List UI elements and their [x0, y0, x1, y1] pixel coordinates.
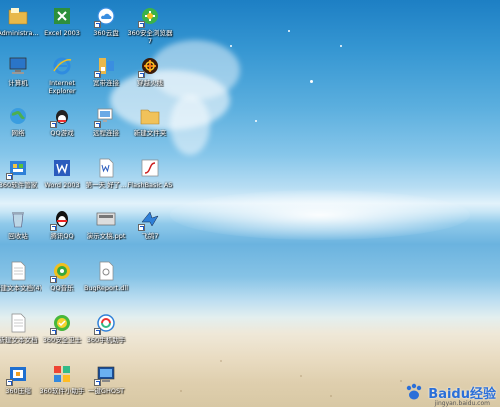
- security-guard-icon: [50, 312, 73, 335]
- software-box-icon: [51, 363, 73, 385]
- baidu-jingyan-watermark: Baidu经验 jingyan.baidu.com: [404, 381, 496, 407]
- qq-music-icon: [50, 260, 73, 283]
- qq-penguin-icon: [50, 208, 73, 231]
- desktop-icon-txt2[interactable]: 新建文本文档: [0, 312, 42, 344]
- sparkle: [340, 45, 342, 47]
- desktop-icon-qqmusic[interactable]: QQ音乐: [38, 260, 86, 292]
- software-manager-icon: [6, 157, 29, 180]
- crossfire-game-icon: [138, 55, 161, 78]
- sand-dot: [220, 360, 222, 362]
- desktop-icon-admin[interactable]: Administra...: [0, 5, 42, 37]
- presentation-file-icon: [95, 208, 117, 230]
- sparkle: [288, 30, 290, 32]
- folder-icon: [7, 5, 29, 27]
- shortcut-arrow-icon: [94, 71, 101, 78]
- recycle-bin-icon: [7, 208, 29, 230]
- desktop-icon-computer[interactable]: 计算机: [0, 55, 42, 87]
- desktop-icon-flash[interactable]: FlashBasic AS: [126, 157, 174, 189]
- desktop-icon-ie[interactable]: Internet Explorer: [38, 55, 86, 95]
- sand-dot: [180, 390, 182, 392]
- sand-dot: [300, 375, 302, 377]
- desktop-icon-tencentqq[interactable]: 腾讯QQ: [38, 208, 86, 240]
- desktop-icon-remote[interactable]: 远程连接: [82, 105, 130, 137]
- cloud: [170, 95, 210, 155]
- feige-bird-icon: [138, 208, 161, 231]
- desktop-icon-phone360[interactable]: 360手机助手: [82, 312, 130, 344]
- dll-file-icon: [95, 260, 117, 282]
- safe-browser-icon: [138, 5, 161, 28]
- computer-icon: [7, 55, 29, 77]
- word-icon: [51, 157, 73, 179]
- shortcut-arrow-icon: [94, 379, 101, 386]
- internet-explorer-icon: [51, 55, 73, 77]
- folder-icon: [139, 105, 161, 127]
- desktop-icon-txt1[interactable]: 新建文本文档(4): [0, 260, 42, 292]
- broadband-connection-icon: [94, 55, 117, 78]
- text-document-icon: [7, 260, 29, 282]
- desktop-icon-feiq[interactable]: 飞鸽7: [126, 208, 174, 240]
- word-document-icon: [95, 157, 117, 179]
- desktop-icon-network[interactable]: 网络: [0, 105, 42, 137]
- shortcut-arrow-icon: [94, 121, 101, 128]
- excel-icon: [51, 5, 73, 27]
- desktop-icon-guard360[interactable]: 360安全卫士: [38, 312, 86, 344]
- sand-dot: [400, 380, 402, 382]
- baidu-paw-icon: [407, 383, 422, 400]
- shortcut-arrow-icon: [94, 328, 101, 335]
- shortcut-arrow-icon: [6, 379, 13, 386]
- desktop-icon-soft360[interactable]: 360软件管家: [0, 157, 42, 189]
- desktop-icon-recycle[interactable]: 回收站: [0, 208, 42, 240]
- desktop-icon-bugreport[interactable]: BugReport.dll: [82, 260, 130, 292]
- text-document-icon: [7, 312, 29, 334]
- shortcut-arrow-icon: [138, 224, 145, 231]
- compress-icon: [6, 363, 29, 386]
- desktop-icon-qqgame[interactable]: QQ游戏: [38, 105, 86, 137]
- sparkle: [230, 45, 232, 47]
- desktop-icon-cloud360[interactable]: 360云盘: [82, 5, 130, 37]
- desktop-icon-word[interactable]: Word 2003: [38, 157, 86, 189]
- shortcut-arrow-icon: [50, 121, 57, 128]
- desktop-icon-ghost[interactable]: 一键GHOST: [82, 363, 130, 395]
- qq-game-icon: [50, 105, 73, 128]
- sparkle: [255, 120, 257, 122]
- shortcut-arrow-icon: [50, 328, 57, 335]
- shortcut-arrow-icon: [50, 276, 57, 283]
- desktop-icon-newfolder[interactable]: 新建文件夹: [126, 105, 174, 137]
- watermark-subtext: jingyan.baidu.com: [434, 400, 490, 407]
- shortcut-arrow-icon: [94, 21, 101, 28]
- phone-assistant-icon: [94, 312, 117, 335]
- desktop-icon-box360[interactable]: 360软件小助手: [38, 363, 86, 395]
- desktop-icon-pdf360[interactable]: 360压缩: [0, 363, 42, 395]
- cloud-disk-icon: [94, 5, 117, 28]
- desktop-icon-broadband[interactable]: 宽带连接: [82, 55, 130, 87]
- shortcut-arrow-icon: [138, 71, 145, 78]
- desktop-icon-excel[interactable]: Excel 2003: [38, 5, 86, 37]
- light-streak: [170, 190, 470, 240]
- flash-file-icon: [139, 157, 161, 179]
- desktop-icon-ppt[interactable]: 演示文稿.ppt: [82, 208, 130, 240]
- sand-dot: [330, 395, 332, 397]
- shortcut-arrow-icon: [50, 224, 57, 231]
- desktop-icon-browser360[interactable]: 360安全浏览器7: [126, 5, 174, 45]
- remote-desktop-icon: [94, 105, 117, 128]
- sparkle: [310, 80, 313, 83]
- shortcut-arrow-icon: [138, 21, 145, 28]
- shortcut-arrow-icon: [6, 173, 13, 180]
- ghost-backup-icon: [94, 363, 117, 386]
- desktop-icon-game[interactable]: 穿越火线: [126, 55, 174, 87]
- network-globe-icon: [7, 105, 29, 127]
- desktop-icon-doc1[interactable]: 第一天 好了...: [82, 157, 130, 189]
- watermark-text: Baidu经验: [428, 386, 496, 402]
